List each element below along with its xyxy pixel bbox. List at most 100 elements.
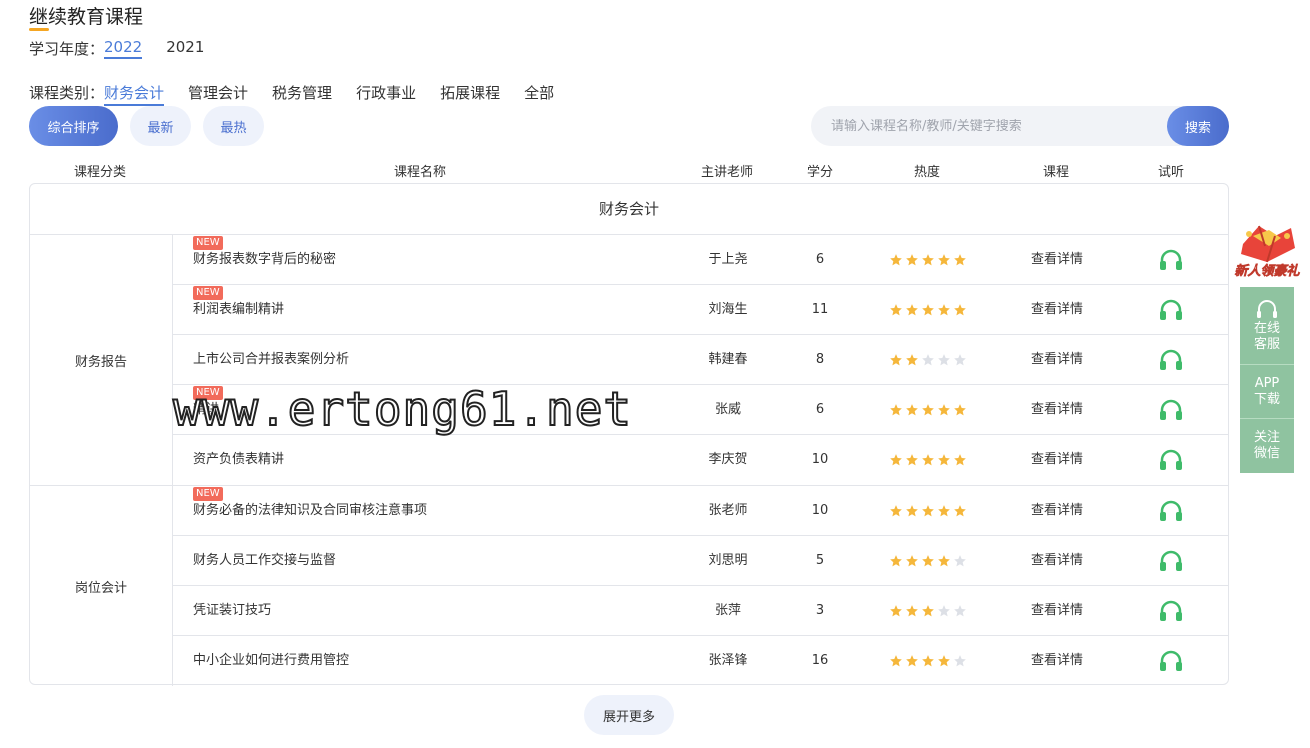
header-credit: 学分 xyxy=(806,165,834,180)
credit-value: 6 xyxy=(815,402,825,417)
course-group: 岗位会计 NEW 财务必备的法律知识及合同审核注意事项 张老师 10 查看详情 财务人员工作… xyxy=(30,486,1228,686)
category-option[interactable]: 管理会计 xyxy=(188,82,248,106)
category-label: 课程类别： xyxy=(29,84,105,102)
credit-value: 10 xyxy=(811,452,829,467)
view-detail-link[interactable]: 查看详情 xyxy=(1031,536,1083,586)
audition-button[interactable] xyxy=(1158,285,1184,335)
teacher-name: 张泽锋 xyxy=(708,653,748,668)
teacher-name: 李庆贺 xyxy=(708,452,748,467)
table-row: NEW 利润表编制精讲 刘海生 11 查看详情 xyxy=(173,285,1228,335)
star-icon xyxy=(906,304,918,316)
search-input[interactable] xyxy=(811,118,1167,134)
credit-value: 5 xyxy=(815,553,825,568)
view-detail-link[interactable]: 查看详情 xyxy=(1031,486,1083,536)
popularity-stars xyxy=(889,285,969,335)
view-detail-link[interactable]: 查看详情 xyxy=(1031,636,1083,686)
audition-button[interactable] xyxy=(1158,235,1184,285)
star-icon xyxy=(906,605,918,617)
course-groups: 财务报告 NEW 财务报表数字背后的秘密 于上尧 6 查看详情 NEW 利润表编制精讲 刘海生 1… xyxy=(30,235,1228,686)
star-icon xyxy=(906,354,918,366)
star-icon xyxy=(906,454,918,466)
view-detail-link[interactable]: 查看详情 xyxy=(1031,435,1083,485)
table-row: 上市公司合并报表案例分析 韩建春 8 查看详情 xyxy=(173,335,1228,385)
course-name[interactable]: 中小企业如何进行费用管控 xyxy=(193,636,349,686)
popularity-stars xyxy=(889,335,969,385)
star-icon xyxy=(954,404,966,416)
star-icon xyxy=(922,505,934,517)
star-icon xyxy=(922,454,934,466)
category-option[interactable]: 行政事业 xyxy=(356,82,416,106)
audition-button[interactable] xyxy=(1158,636,1184,686)
star-icon xyxy=(938,655,950,667)
year-option-2021[interactable]: 2021 xyxy=(166,38,204,59)
follow-wechat-button[interactable]: 关注微信 xyxy=(1240,419,1294,473)
audition-button[interactable] xyxy=(1158,536,1184,586)
teacher-name: 张老师 xyxy=(708,503,748,518)
audition-button[interactable] xyxy=(1158,486,1184,536)
load-more-button[interactable]: 展开更多 xyxy=(584,695,674,735)
headset-icon xyxy=(1257,299,1277,318)
star-icon xyxy=(954,655,966,667)
star-icon xyxy=(922,555,934,567)
table-row: 凭证装订技巧 张萍 3 查看详情 xyxy=(173,586,1228,636)
popularity-stars xyxy=(889,636,969,686)
course-name[interactable]: 利润表编制精讲 xyxy=(193,285,284,335)
course-name[interactable]: 资产负债表精讲 xyxy=(193,435,284,485)
app-download-button[interactable]: APP下载 xyxy=(1240,365,1294,419)
gift-promo[interactable]: 新人领豪礼 xyxy=(1229,222,1305,282)
audition-button[interactable] xyxy=(1158,435,1184,485)
header-category: 课程分类 xyxy=(73,165,127,180)
audition-button[interactable] xyxy=(1158,385,1184,435)
star-icon xyxy=(938,404,950,416)
star-icon xyxy=(938,354,950,366)
group-label: 岗位会计 xyxy=(30,486,173,686)
header-popularity: 热度 xyxy=(913,165,941,180)
audition-button[interactable] xyxy=(1158,335,1184,385)
category-option[interactable]: 税务管理 xyxy=(272,82,332,106)
popularity-stars xyxy=(889,435,969,485)
popularity-stars xyxy=(889,586,969,636)
headphone-icon xyxy=(1160,299,1182,320)
category-option[interactable]: 财务会计 xyxy=(104,82,165,106)
category-option[interactable]: 拓展课程 xyxy=(440,82,500,106)
search-bar: 搜索 xyxy=(811,106,1229,146)
popularity-stars xyxy=(889,385,969,435)
star-icon xyxy=(890,404,902,416)
credit-value: 6 xyxy=(815,252,825,267)
group-label: 财务报告 xyxy=(30,235,173,485)
star-icon xyxy=(922,605,934,617)
audition-button[interactable] xyxy=(1158,586,1184,636)
view-detail-link[interactable]: 查看详情 xyxy=(1031,285,1083,335)
star-icon xyxy=(890,505,902,517)
sort-newest-button[interactable]: 最新 xyxy=(130,106,191,146)
course-name[interactable]: 财务报表数字背后的秘密 xyxy=(193,235,336,285)
sort-default-button[interactable]: 综合排序 xyxy=(29,106,118,146)
course-group: 财务报告 NEW 财务报表数字背后的秘密 于上尧 6 查看详情 NEW 利润表编制精讲 刘海生 1… xyxy=(30,235,1228,486)
table-row: 中小企业如何进行费用管控 张泽锋 16 查看详情 xyxy=(173,636,1228,686)
view-detail-link[interactable]: 查看详情 xyxy=(1031,586,1083,636)
search-button[interactable]: 搜索 xyxy=(1167,106,1229,146)
headphone-icon xyxy=(1160,500,1182,521)
star-icon xyxy=(906,254,918,266)
star-icon xyxy=(954,354,966,366)
star-icon xyxy=(938,304,950,316)
headphone-icon xyxy=(1160,650,1182,671)
group-rows: NEW 财务必备的法律知识及合同审核注意事项 张老师 10 查看详情 财务人员工作交接与监… xyxy=(173,486,1228,686)
view-detail-link[interactable]: 查看详情 xyxy=(1031,385,1083,435)
star-icon xyxy=(922,304,934,316)
headphone-icon xyxy=(1160,550,1182,571)
category-option[interactable]: 全部 xyxy=(524,82,554,106)
teacher-name: 刘思明 xyxy=(708,553,748,568)
course-name[interactable]: 上市公司合并报表案例分析 xyxy=(193,335,349,385)
view-detail-link[interactable]: 查看详情 xyxy=(1031,335,1083,385)
year-option-2022[interactable]: 2022 xyxy=(104,38,143,59)
headphone-icon xyxy=(1160,249,1182,270)
headphone-icon xyxy=(1160,399,1182,420)
teacher-name: 韩建春 xyxy=(708,352,748,367)
view-detail-link[interactable]: 查看详情 xyxy=(1031,235,1083,285)
course-name[interactable]: 财务人员工作交接与监督 xyxy=(193,536,336,586)
course-name[interactable]: 凭证装订技巧 xyxy=(193,586,271,636)
course-name[interactable]: 财务必备的法律知识及合同审核注意事项 xyxy=(193,486,427,536)
online-service-button[interactable]: 在线客服 xyxy=(1240,287,1294,365)
sort-hottest-button[interactable]: 最热 xyxy=(203,106,264,146)
